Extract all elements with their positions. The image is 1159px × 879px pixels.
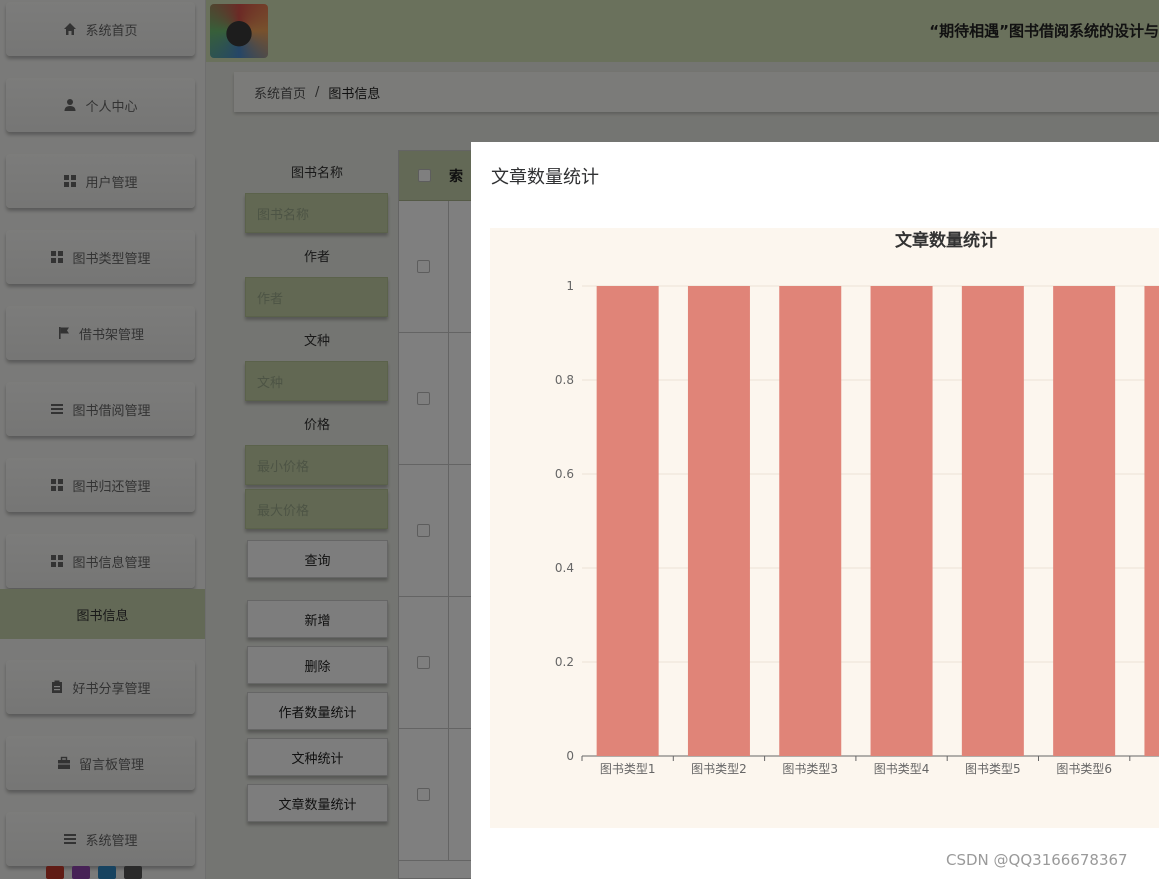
x-tick-label: 图书类型1 (600, 762, 656, 776)
bar (687, 286, 750, 756)
x-tick-label: 图书类型3 (782, 762, 838, 776)
bar (596, 286, 659, 756)
x-tick-label: 图书类型5 (965, 762, 1021, 776)
bar (1144, 286, 1159, 756)
x-tick-label: 图书类型4 (874, 762, 930, 776)
y-tick-label: 0.6 (555, 467, 574, 481)
y-tick-label: 0.2 (555, 655, 574, 669)
bar-chart: 文章数量统计 0 0.2 0.4 0.6 0.8 1 图书类型1 图书类型2 图书类型3 图书类型4… (490, 228, 1159, 828)
chart-title: 文章数量统计 (895, 230, 997, 251)
y-tick-label: 1 (566, 279, 574, 293)
x-tick-label: 图书类型6 (1056, 762, 1112, 776)
y-tick-label: 0.4 (555, 561, 574, 575)
bar (870, 286, 933, 756)
dialog-title: 文章数量统计 (491, 167, 599, 188)
bar (1053, 286, 1116, 756)
y-tick-label: 0.8 (555, 373, 574, 387)
watermark: CSDN @QQ3166678367 (946, 851, 1128, 869)
chart-svg: 文章数量统计 0 0.2 0.4 0.6 0.8 1 图书类型1 图书类型2 图书类型3 图书类型4… (555, 230, 1159, 776)
bar (779, 286, 842, 756)
bar (961, 286, 1024, 756)
x-tick-label: 图书类型2 (691, 762, 747, 776)
y-tick-label: 0 (566, 749, 574, 763)
stats-dialog: 文章数量统计 文章数量统计 0 0.2 0.4 0.6 0.8 1 图书类型1 图书类型2 图书类… (471, 142, 1159, 879)
